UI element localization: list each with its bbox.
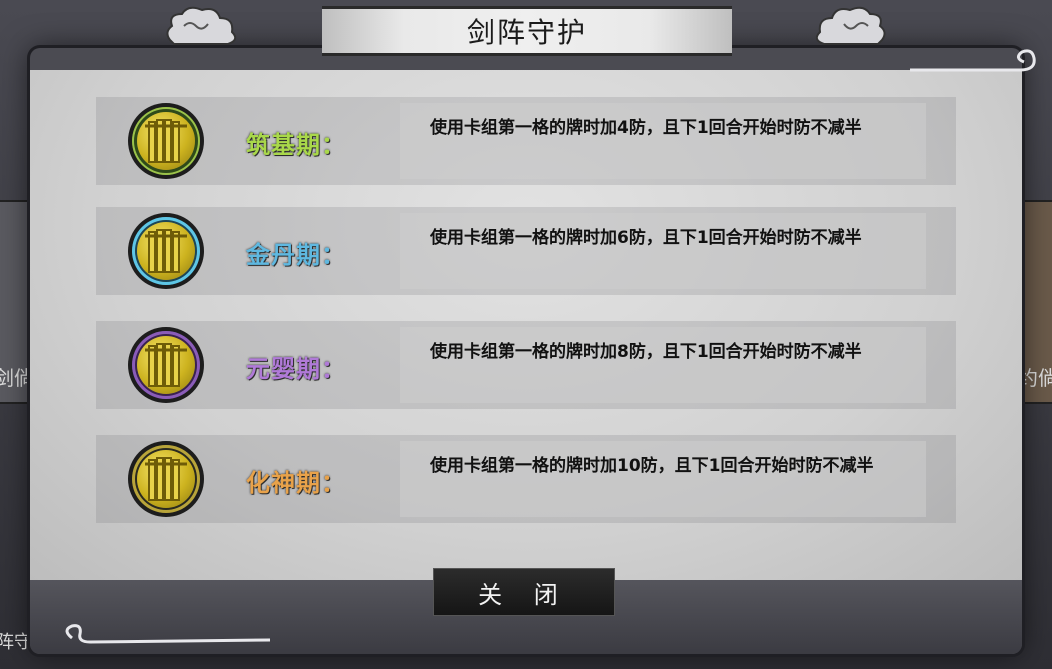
tier-label-foundation: 筑基期：: [246, 130, 346, 159]
tier-description-box: 使用卡组第一格的牌时加8防，且下1回合开始时防不减半: [400, 327, 926, 403]
background-text-left: 剑倘: [0, 366, 34, 390]
dialog-title-banner: 剑阵守护: [322, 6, 732, 56]
tier-row-foundation: 筑基期： 使用卡组第一格的牌时加4防，且下1回合开始时防不减半: [96, 97, 956, 185]
medal-ring: [132, 331, 200, 399]
tier-label-nascent-soul: 元婴期：: [246, 354, 346, 383]
tier-row-nascent-soul: 元婴期： 使用卡组第一格的牌时加8防，且下1回合开始时防不减半: [96, 321, 956, 409]
sword-formation-medal-icon: [128, 327, 204, 403]
sword-formation-medal-icon: [128, 103, 204, 179]
tier-description-box: 使用卡组第一格的牌时加10防，且下1回合开始时防不减半: [400, 441, 926, 517]
medal-ring: [132, 217, 200, 285]
tier-description-golden-core: 使用卡组第一格的牌时加6防，且下1回合开始时防不减半: [430, 228, 862, 248]
swirl-ornament-left-icon: [65, 624, 270, 644]
tier-description-spirit-transformation: 使用卡组第一格的牌时加10防，且下1回合开始时防不减半: [430, 456, 874, 476]
sword-bundle-icon: [137, 222, 195, 280]
background-text-right: 约倘: [1018, 366, 1052, 390]
sword-bundle-icon: [137, 112, 195, 170]
dialog-title: 剑阵守护: [466, 16, 587, 49]
tier-label-spirit-transformation: 化神期：: [246, 468, 346, 497]
swirl-ornament-right-icon: [910, 49, 1036, 72]
tier-description-nascent-soul: 使用卡组第一格的牌时加8防，且下1回合开始时防不减半: [430, 342, 862, 362]
sword-formation-medal-icon: [128, 441, 204, 517]
tier-description-box: 使用卡组第一格的牌时加6防，且下1回合开始时防不减半: [400, 213, 926, 289]
tier-description-box: 使用卡组第一格的牌时加4防，且下1回合开始时防不减半: [400, 103, 926, 179]
sword-bundle-icon: [137, 336, 195, 394]
background-text-bottom: 阵守: [0, 632, 32, 653]
medal-ring: [132, 107, 200, 175]
tier-row-spirit-transformation: 化神期： 使用卡组第一格的牌时加10防，且下1回合开始时防不减半: [96, 435, 956, 523]
cloud-ornament-right-icon: [812, 2, 892, 52]
sword-formation-medal-icon: [128, 213, 204, 289]
medal-ring: [132, 445, 200, 513]
cloud-ornament-left-icon: [160, 2, 240, 52]
sword-bundle-icon: [137, 450, 195, 508]
tier-description-foundation: 使用卡组第一格的牌时加4防，且下1回合开始时防不减半: [430, 118, 862, 138]
tier-row-golden-core: 金丹期： 使用卡组第一格的牌时加6防，且下1回合开始时防不减半: [96, 207, 956, 295]
tier-label-golden-core: 金丹期：: [246, 240, 346, 269]
close-button[interactable]: 关 闭: [433, 568, 615, 616]
